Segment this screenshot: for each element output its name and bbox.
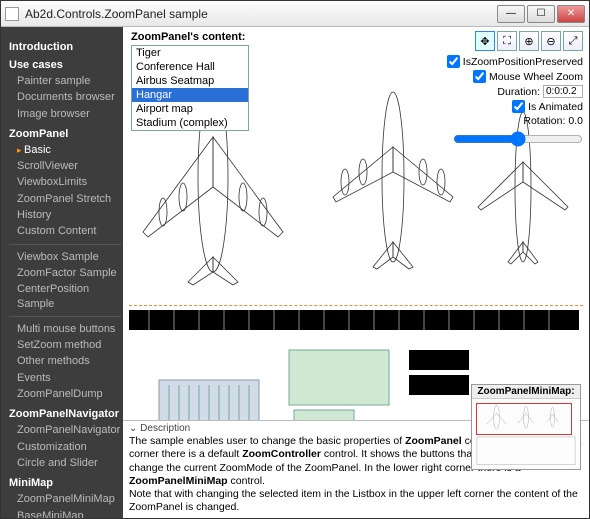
content-label: ZoomPanel's content: [131, 31, 245, 43]
preserve-checkbox[interactable] [447, 55, 460, 68]
sidebar-intro[interactable]: Introduction [9, 41, 123, 53]
divider-line [129, 305, 583, 306]
sidebar-item[interactable]: Events [9, 370, 123, 386]
close-button[interactable]: ✕ [557, 5, 585, 23]
window-title: Ab2d.Controls.ZoomPanel sample [25, 7, 497, 21]
sidebar-item[interactable]: Customization [9, 439, 123, 455]
sidebar-item[interactable]: ZoomPanelDump [9, 386, 123, 402]
sidebar-zoompanel-header: ZoomPanel [9, 128, 123, 140]
sidebar-item-basic[interactable]: Basic [9, 142, 123, 158]
rotation-value: 0.0 [568, 115, 583, 127]
sidebar-item[interactable]: Circle and Slider [9, 455, 123, 471]
maximize-button[interactable]: ☐ [527, 5, 555, 23]
duration-field[interactable] [543, 85, 583, 98]
sidebar-item[interactable]: ZoomFactor Sample [9, 265, 123, 281]
list-item[interactable]: Airport map [132, 102, 248, 116]
minimap-viewport[interactable] [476, 403, 572, 435]
sidebar-item[interactable]: ZoomPanelNavigator [9, 422, 123, 438]
sidebar-usecases-header: Use cases [9, 59, 123, 71]
zoom-rect-button[interactable]: ⛶ [497, 31, 517, 51]
sidebar-item[interactable]: SetZoom method [9, 337, 123, 353]
titlebar: Ab2d.Controls.ZoomPanel sample — ☐ ✕ [1, 1, 589, 27]
sidebar-item[interactable]: BaseMiniMap [9, 508, 123, 518]
animated-label: Is Animated [528, 101, 583, 113]
minimap-body[interactable] [472, 399, 580, 469]
sidebar-nav-header: ZoomPanelNavigator [9, 408, 123, 420]
zoom-out-button[interactable]: ⊖ [541, 31, 561, 51]
rotation-label: Rotation: [523, 115, 565, 127]
list-item[interactable]: Stadium (complex) [132, 116, 248, 130]
sidebar: Introduction Use cases Painter sample Do… [1, 27, 123, 518]
sidebar-item[interactable]: ScrollViewer [9, 158, 123, 174]
sidebar-item[interactable]: ViewboxLimits [9, 174, 123, 190]
app-icon [5, 7, 19, 21]
description-note: Note that with changing the selected ite… [129, 488, 583, 514]
sidebar-item[interactable]: ZoomPanel Stretch [9, 191, 123, 207]
sidebar-item[interactable]: Multi mouse buttons [9, 321, 123, 337]
zoom-in-button[interactable]: ⊕ [519, 31, 539, 51]
wheel-checkbox[interactable] [473, 70, 486, 83]
preserve-label: IsZoomPositionPreserved [463, 56, 583, 68]
sidebar-item[interactable]: Custom Content [9, 223, 123, 239]
sidebar-item[interactable]: Image browser [9, 106, 123, 122]
move-button[interactable]: ✥ [475, 31, 495, 51]
zoom-reset-button[interactable]: ⤢ [563, 31, 583, 51]
sidebar-minimap-header: MiniMap [9, 477, 123, 489]
list-item-selected[interactable]: Hangar [132, 88, 248, 102]
sidebar-item[interactable]: History [9, 207, 123, 223]
wheel-label: Mouse Wheel Zoom [489, 71, 583, 83]
rotation-slider[interactable] [453, 131, 583, 147]
duration-label: Duration: [497, 86, 540, 98]
sidebar-item[interactable]: Painter sample [9, 73, 123, 89]
sidebar-item[interactable]: ZoomPanelMiniMap [9, 491, 123, 507]
sidebar-item[interactable]: Documents browser [9, 89, 123, 105]
list-item[interactable]: Airbus Seatmap [132, 74, 248, 88]
sidebar-item[interactable]: Other methods [9, 353, 123, 369]
list-item[interactable]: Tiger [132, 46, 248, 60]
main-panel: ZoomPanel's content: Tiger Conference Ha… [123, 27, 589, 518]
sidebar-item[interactable]: CenterPosition Sample [9, 281, 123, 312]
content-listbox[interactable]: Tiger Conference Hall Airbus Seatmap Han… [131, 45, 249, 131]
controls-panel: ✥ ⛶ ⊕ ⊖ ⤢ IsZoomPositionPreserved Mouse … [453, 31, 583, 150]
sidebar-item[interactable]: Viewbox Sample [9, 249, 123, 265]
list-item[interactable]: Conference Hall [132, 60, 248, 74]
minimap-title: ZoomPanelMiniMap: [472, 385, 580, 399]
minimize-button[interactable]: — [497, 5, 525, 23]
minimap-panel[interactable]: ZoomPanelMiniMap: [471, 384, 581, 470]
animated-checkbox[interactable] [512, 100, 525, 113]
